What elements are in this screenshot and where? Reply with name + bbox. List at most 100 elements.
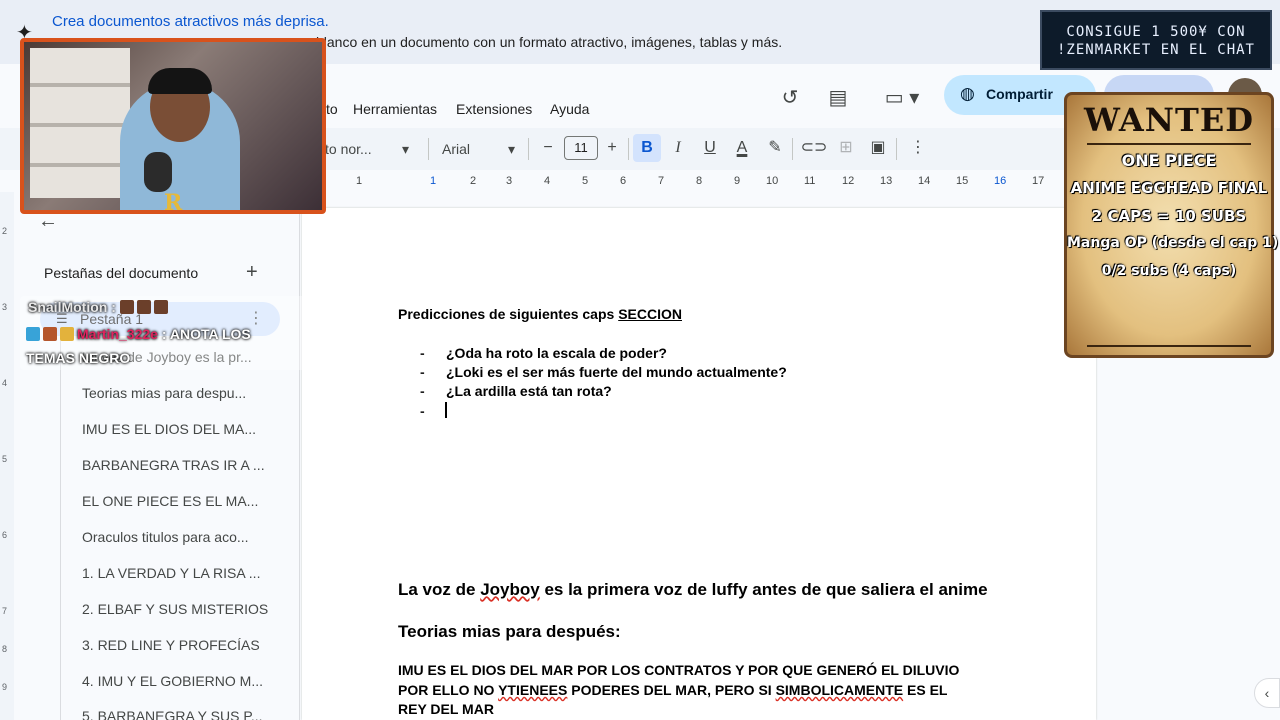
banner-subtitle: blanco en un documento con un formato at… <box>316 34 783 50</box>
outline-item[interactable]: 2. ELBAF Y SUS MISTERIOS <box>82 601 268 617</box>
toolbar-divider <box>896 138 897 160</box>
bold-icon[interactable]: B <box>633 134 661 162</box>
bullet-item[interactable]: ¿Loki es el ser más fuerte del mundo act… <box>446 364 787 380</box>
toolbar-divider <box>628 138 629 160</box>
vruler-tick: 9 <box>2 682 8 692</box>
menu-help[interactable]: Ayuda <box>550 101 589 117</box>
para-text: PODERES DEL MAR, PERO SI <box>567 682 776 698</box>
para-text: ES EL <box>903 682 948 698</box>
font-size-input[interactable]: 11 <box>564 136 598 160</box>
ruler-tick: 14 <box>918 175 931 187</box>
globe-icon: ◍ <box>960 84 975 103</box>
chat-username: SnailMotion <box>28 299 108 315</box>
outline-item[interactable]: Oraculos titulos para aco... <box>82 529 249 545</box>
bullet-item[interactable]: ¿Oda ha roto la escala de poder? <box>446 345 667 361</box>
italic-icon[interactable]: I <box>664 134 692 162</box>
video-call-icon[interactable]: ▭ ▾ <box>880 84 924 112</box>
outline-item[interactable]: IMU ES EL DIOS DEL MA... <box>82 421 256 437</box>
ruler-tick: 2 <box>470 175 477 187</box>
history-icon[interactable]: ↺ <box>776 84 804 112</box>
wanted-poster: WANTED ONE PIECE ANIME EGGHEAD FINAL 2 C… <box>1064 92 1278 358</box>
ruler-tick: 17 <box>1032 175 1045 187</box>
chat-line: Martin_322e : ANOTA LOS <box>26 326 251 342</box>
misspelled-word: Joyboy <box>480 580 540 599</box>
ruler-tick: 5 <box>582 175 589 187</box>
webcam-mic <box>144 152 172 192</box>
ruler-tick: 12 <box>842 175 855 187</box>
text-color-icon[interactable]: A <box>728 134 756 162</box>
channel-logo: R <box>164 190 183 214</box>
sponsor-banner: CONSIGUE 1 500¥ CON !ZENMARKET EN EL CHA… <box>1040 10 1272 70</box>
ruler-tick: 10 <box>766 175 779 187</box>
banner-title[interactable]: Crea documentos atractivos más deprisa. <box>52 13 329 30</box>
bullet-dash: - <box>420 364 425 380</box>
wanted-line: ANIME EGGHEAD FINAL <box>1070 179 1268 197</box>
decrease-size-button[interactable]: − <box>534 134 562 162</box>
add-comment-icon[interactable]: ⊞ <box>832 134 860 162</box>
toolbar-divider <box>428 138 429 160</box>
outline-item[interactable]: Teorias mias para despu... <box>82 385 246 401</box>
poster-rule <box>1087 345 1251 347</box>
bullet-dash: - <box>420 383 425 399</box>
outline-item[interactable]: BARBANEGRA TRAS IR A ... <box>82 457 265 473</box>
menu-tools[interactable]: Herramientas <box>353 101 437 117</box>
poster-rule <box>1087 143 1251 145</box>
wanted-title: WANTED <box>1084 101 1254 139</box>
chat-message: ANOTA LOS <box>169 326 251 342</box>
link-icon[interactable]: ⊂⊃ <box>800 134 828 162</box>
underline-icon[interactable]: U <box>696 134 724 162</box>
chat-line: SnailMotion : <box>28 299 171 315</box>
badge-icon <box>43 327 57 341</box>
ruler-tick: 7 <box>658 175 665 187</box>
increase-size-button[interactable]: + <box>598 134 626 162</box>
vruler-tick: 4 <box>2 378 8 388</box>
ruler-tick: 1 <box>430 175 437 187</box>
horizontal-ruler[interactable]: 1 1 2 3 4 5 6 7 8 9 10 11 12 13 14 15 16… <box>320 172 1080 192</box>
sidebar-title: Pestañas del documento <box>44 265 199 281</box>
highlight-icon[interactable]: ✎ <box>761 134 789 162</box>
emote-icon <box>136 300 151 314</box>
font-select[interactable]: Arial <box>442 141 470 157</box>
bullet-item[interactable]: ¿La ardilla está tan rota? <box>446 383 612 399</box>
promo-line: !ZENMARKET EN EL CHAT <box>1056 42 1255 58</box>
crown-icon <box>60 327 74 341</box>
outline-item[interactable]: 3. RED LINE Y PROFECÍAS <box>82 637 260 653</box>
document-page[interactable] <box>302 208 1096 720</box>
emote-icon <box>153 300 168 314</box>
ruler-tick: 1 <box>356 175 363 187</box>
image-icon[interactable]: ▣ <box>864 134 892 162</box>
toolbar-divider <box>528 138 529 160</box>
heading-text: Predicciones de siguientes caps <box>398 306 619 322</box>
menu-extensions[interactable]: Extensiones <box>456 101 532 117</box>
webcam-overlay: R <box>20 38 326 214</box>
outline-guide <box>60 340 61 720</box>
doc-paragraph-line[interactable]: REY DEL MAR <box>398 701 494 717</box>
text-cursor <box>445 402 447 418</box>
add-icon[interactable]: + <box>246 261 258 284</box>
webcam-shelf <box>30 48 130 198</box>
style-select[interactable]: xto nor... <box>318 141 372 157</box>
doc-heading-joyboy[interactable]: La voz de Joyboy es la primera voz de lu… <box>398 580 988 600</box>
ruler-tick: 6 <box>620 175 627 187</box>
outline-item[interactable]: 1. LA VERDAD Y LA RISA ... <box>82 565 260 581</box>
outline-item[interactable]: 4. IMU Y EL GOBIERNO M... <box>82 673 263 689</box>
comment-icon[interactable]: ▤ <box>824 84 852 112</box>
menu-format[interactable]: to <box>326 101 338 117</box>
more-vert-icon[interactable]: ⋮ <box>904 134 932 162</box>
outline-item[interactable]: 5. BARBANEGRA Y SUS P... <box>82 708 263 720</box>
chat-separator: : <box>157 326 170 342</box>
vertical-ruler: 2 3 4 5 6 7 8 9 <box>0 192 14 720</box>
chevron-down-icon[interactable]: ▾ <box>508 141 515 158</box>
chevron-down-icon[interactable]: ▾ <box>402 141 409 158</box>
wanted-line: ONE PIECE <box>1121 151 1217 170</box>
doc-heading-teorias[interactable]: Teorias mias para después: <box>398 622 621 642</box>
doc-heading-predicciones[interactable]: Predicciones de siguientes caps SECCION <box>398 306 682 322</box>
chevron-left-icon[interactable]: ‹ <box>1254 678 1280 708</box>
doc-paragraph-line[interactable]: IMU ES EL DIOS DEL MAR POR LOS CONTRATOS… <box>398 662 959 678</box>
wanted-line: 0/2 subs (4 caps) <box>1101 263 1237 279</box>
promo-line: CONSIGUE 1 500¥ CON <box>1066 24 1246 40</box>
outline-item[interactable]: EL ONE PIECE ES EL MA... <box>82 493 258 509</box>
vruler-tick: 2 <box>2 226 8 236</box>
doc-paragraph-line[interactable]: POR ELLO NO YTIENEES PODERES DEL MAR, PE… <box>398 682 948 698</box>
webcam-hair <box>148 68 212 94</box>
